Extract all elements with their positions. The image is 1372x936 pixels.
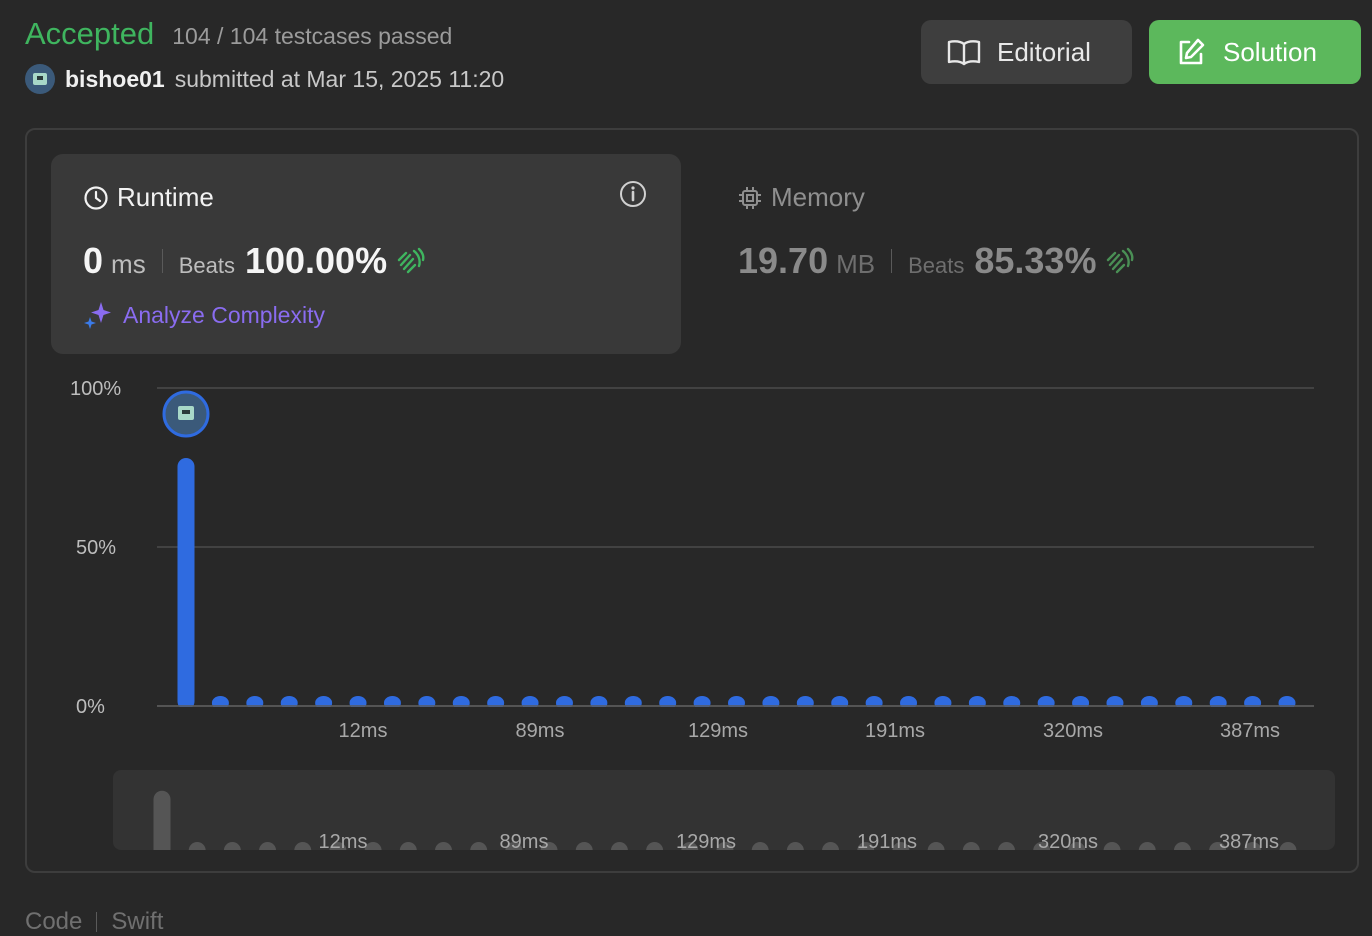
overview-bar [153, 790, 171, 850]
overview-tick-label: 191ms [857, 831, 917, 850]
code-tabs: Code Swift [25, 908, 163, 936]
overview-bar [962, 842, 980, 850]
overview-bar [259, 842, 277, 850]
overview-bar [575, 842, 593, 850]
overview-tick-label: 129ms [676, 831, 736, 850]
overview-bar [1138, 842, 1156, 850]
x-tick-label: 191ms [865, 720, 925, 742]
x-tick-label: 89ms [516, 720, 565, 742]
overview-bar [1279, 842, 1297, 850]
overview-bar [470, 842, 488, 850]
x-tick-label: 320ms [1043, 720, 1103, 742]
overview-bar [646, 842, 664, 850]
overview-bar [435, 842, 452, 850]
tab-language[interactable]: Swift [111, 908, 163, 936]
overview-bar [927, 842, 945, 850]
x-tick-label: 387ms [1220, 720, 1280, 742]
overview-bar [822, 842, 840, 850]
overview-tick-label: 387ms [1219, 831, 1279, 850]
overview-bar [786, 842, 804, 850]
y-tick-label: 50% [76, 537, 116, 559]
x-tick-label: 129ms [688, 720, 748, 742]
overview-tick-label: 12ms [319, 831, 368, 850]
baseline-mask [157, 707, 1314, 713]
x-tick-label: 12ms [339, 720, 388, 742]
overview-bar [223, 842, 241, 850]
overview-bar [294, 842, 312, 850]
overview-bar [998, 842, 1015, 850]
overview-bar [1173, 842, 1191, 850]
y-tick-label: 0% [76, 696, 105, 718]
chart-overview-scrollbar[interactable]: 12ms 89ms 129ms 191ms 320ms 387ms [113, 770, 1335, 850]
chart-bar[interactable] [177, 457, 195, 710]
overview-bar [751, 842, 769, 850]
runtime-distribution-chart[interactable]: 100% 50% 0% 12ms 89ms 129ms 191ms 320ms 387ms [0, 0, 1372, 760]
overview-chart: 12ms 89ms 129ms 191ms 320ms 387ms [153, 790, 1297, 850]
overview-bar [1103, 842, 1121, 850]
overview-tick-label: 320ms [1038, 831, 1098, 850]
your-submission-marker[interactable] [162, 390, 210, 438]
y-tick-label: 100% [70, 378, 121, 400]
tab-code[interactable]: Code [25, 908, 82, 936]
overview-tick-label: 89ms [500, 831, 549, 850]
overview-bar [399, 842, 417, 850]
overview-bar [610, 842, 628, 850]
overview-bar [188, 842, 206, 850]
